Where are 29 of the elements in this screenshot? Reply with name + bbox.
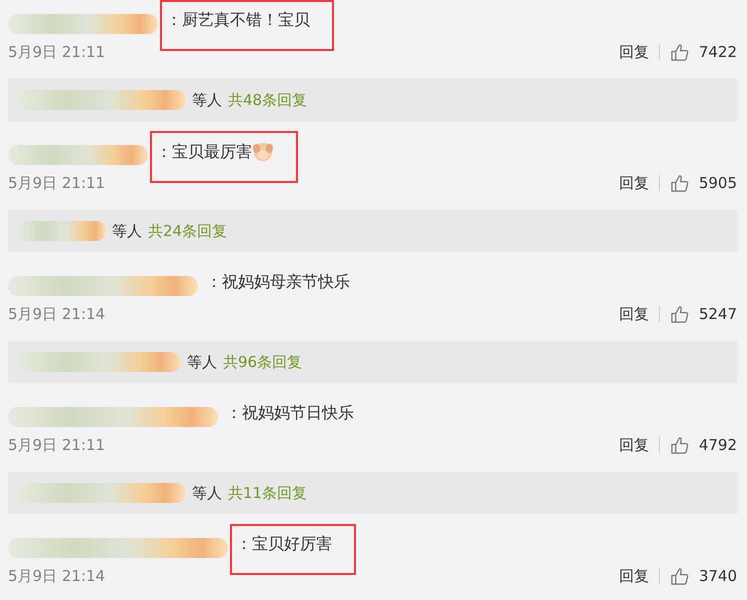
- thumbs-up-icon[interactable]: [670, 566, 689, 586]
- preview-text: 等人: [112, 222, 142, 240]
- thumbs-up-icon[interactable]: [670, 436, 689, 454]
- like-count: 7422: [698, 43, 737, 61]
- comment-text: ：宝贝最厉害: [156, 142, 252, 162]
- thumbs-up-icon[interactable]: [670, 174, 689, 192]
- reply-link[interactable]: 回复: [618, 436, 649, 454]
- comment-time: 5月9日 21:11: [8, 436, 106, 454]
- like-count: 5905: [698, 174, 737, 192]
- comment-time: 5月9日 21:14: [8, 566, 106, 586]
- reply-link[interactable]: 回复: [618, 174, 649, 192]
- comment-time: 5月9日 21:11: [8, 42, 106, 62]
- reply-link[interactable]: 回复: [618, 566, 649, 586]
- like-count: 4792: [698, 436, 737, 454]
- preview-text: 等人: [192, 90, 222, 110]
- thumbs-up-icon[interactable]: [670, 304, 689, 324]
- reply-link[interactable]: 回复: [618, 304, 649, 324]
- preview-text: 等人: [192, 484, 222, 502]
- like-count: 5247: [698, 305, 737, 323]
- thumbs-up-icon[interactable]: [670, 42, 689, 62]
- comment-text: ：宝贝好厉害: [236, 534, 332, 555]
- comment-time: 5月9日 21:11: [8, 174, 106, 192]
- comment-time: 5月9日 21:14: [8, 304, 106, 324]
- like-count: 3740: [698, 567, 737, 585]
- comment-text: ：祝妈妈母亲节快乐: [206, 272, 350, 293]
- preview-text: 等人: [187, 352, 217, 372]
- reply-link[interactable]: 回复: [618, 42, 649, 62]
- comment-text: ：祝妈妈节日快乐: [226, 403, 354, 424]
- comment-text: ：厨艺真不错！宝贝: [166, 10, 310, 31]
